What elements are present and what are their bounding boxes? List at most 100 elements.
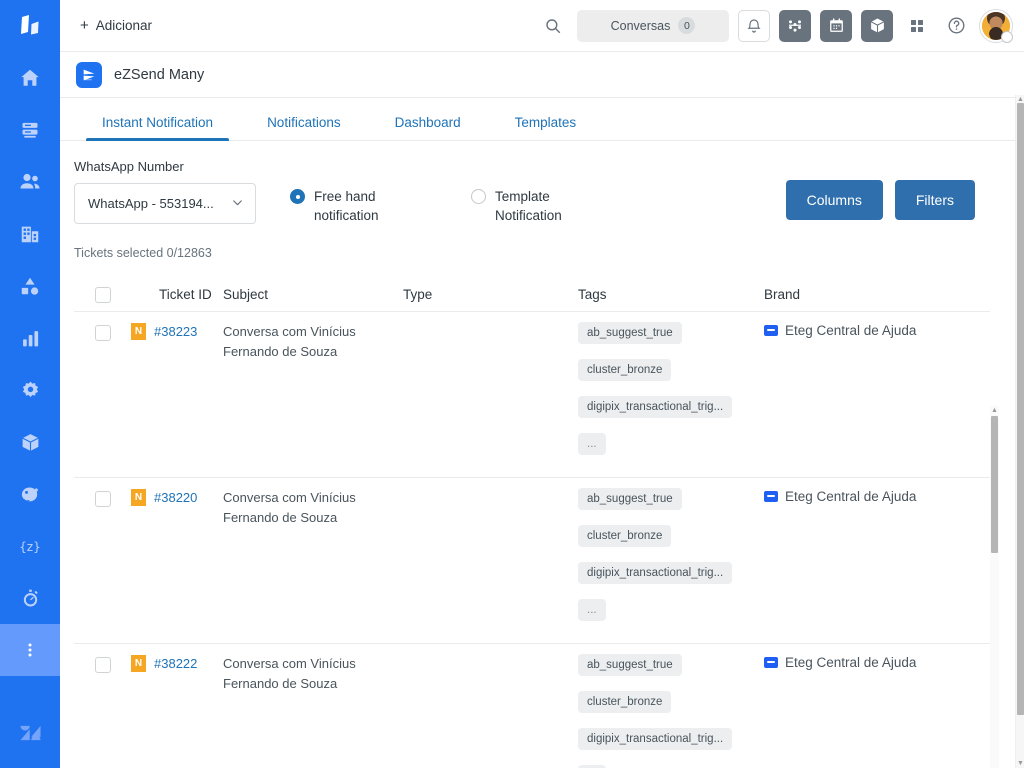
tag-chip-more[interactable]: ...	[578, 599, 606, 621]
table-row[interactable]: N #38222 Conversa com Vinícius Fernando …	[74, 644, 990, 768]
page-scrollbar[interactable]: ▲ ▼	[1015, 95, 1024, 768]
tags-cell: ab_suggest_true cluster_bronze digipix_t…	[578, 319, 764, 470]
radio-template-notification[interactable]: Template Notification	[471, 187, 593, 225]
new-badge-icon: N	[131, 489, 146, 506]
select-all-checkbox[interactable]	[94, 286, 111, 303]
tag-chip-more[interactable]: ...	[578, 433, 606, 455]
sidebar-item-products[interactable]	[0, 416, 60, 468]
sidebar-item-timer[interactable]	[0, 572, 60, 624]
subject-cell: Conversa com Vinícius Fernando de Souza	[223, 651, 403, 694]
tags-cell: ab_suggest_true cluster_bronze digipix_t…	[578, 651, 764, 768]
topbar-actions: Conversas 0	[538, 9, 1013, 43]
sidebar-item-organizations[interactable]	[0, 208, 60, 260]
tab-bar: Instant Notification Notifications Dashb…	[60, 98, 1024, 141]
sidebar-item-settings[interactable]	[0, 364, 60, 416]
radio-template-input[interactable]	[471, 189, 486, 204]
brand-cell: Eteg Central de Ajuda	[764, 319, 990, 338]
tab-instant-notification[interactable]: Instant Notification	[86, 115, 230, 141]
subject-text: Conversa com Vinícius Fernando de Souza	[223, 324, 356, 359]
svg-text:{z}: {z}	[19, 540, 41, 554]
column-header-subject[interactable]: Subject	[223, 287, 403, 302]
table-scrollbar[interactable]: ▲	[990, 406, 999, 768]
filters-button[interactable]: Filters	[894, 180, 975, 220]
conversas-label: Conversas	[610, 18, 671, 33]
tab-notifications[interactable]: Notifications	[251, 115, 357, 141]
ticket-id-cell: N #38220	[131, 485, 223, 506]
scroll-up-arrow-icon[interactable]: ▲	[990, 406, 999, 415]
bell-icon[interactable]	[738, 9, 770, 42]
talk-icon[interactable]	[779, 9, 811, 42]
brand-text: Eteg Central de Ajuda	[785, 323, 917, 338]
column-header-type[interactable]: Type	[403, 287, 578, 302]
tag-chip: ab_suggest_true	[578, 322, 682, 344]
tab-templates[interactable]: Templates	[499, 115, 593, 141]
subject-cell: Conversa com Vinícius Fernando de Souza	[223, 485, 403, 528]
calendar-icon[interactable]	[820, 9, 852, 42]
row-checkbox[interactable]	[94, 491, 111, 507]
top-bar: + Adicionar Conversas 0	[60, 0, 1024, 52]
page-title: eZSend Many	[114, 66, 205, 83]
search-icon[interactable]	[538, 11, 568, 41]
left-nav-rail: {z}	[0, 0, 60, 768]
row-select-cell	[74, 485, 131, 507]
page-scrollbar-thumb[interactable]	[1017, 103, 1024, 715]
select-all-cell	[74, 286, 131, 303]
brand-cell: Eteg Central de Ajuda	[764, 485, 990, 504]
radio-free-hand-notification[interactable]: Free hand notification	[290, 187, 412, 225]
add-button-label: Adicionar	[95, 18, 153, 33]
table-row[interactable]: N #38223 Conversa com Vinícius Fernando …	[74, 312, 990, 478]
column-header-ticket-id[interactable]: Ticket ID	[131, 287, 223, 302]
radio-free-hand-input[interactable]	[290, 189, 305, 204]
whatsapp-number-value: WhatsApp - 553194...	[88, 196, 214, 211]
zendesk-logo-icon	[0, 700, 60, 768]
brand-text: Eteg Central de Ajuda	[785, 655, 917, 670]
content-area: WhatsApp Number WhatsApp - 553194... Fre…	[60, 141, 1024, 768]
brand-cell: Eteg Central de Ajuda	[764, 651, 990, 670]
new-badge-icon: N	[131, 655, 146, 672]
row-checkbox[interactable]	[94, 325, 111, 341]
grid-apps-icon[interactable]	[902, 11, 932, 41]
subject-cell: Conversa com Vinícius Fernando de Souza	[223, 319, 403, 362]
radio-template-label: Template Notification	[495, 189, 562, 223]
sidebar-item-explore[interactable]	[0, 260, 60, 312]
cube-icon[interactable]	[861, 9, 893, 42]
sidebar-item-reporting[interactable]	[0, 312, 60, 364]
row-select-cell	[74, 319, 131, 341]
sidebar-item-home[interactable]	[0, 52, 60, 104]
whatsapp-number-select[interactable]: WhatsApp - 553194...	[74, 183, 256, 224]
conversas-pill[interactable]: Conversas 0	[577, 9, 729, 42]
tag-chip: ab_suggest_true	[578, 488, 682, 510]
table-row[interactable]: N #38220 Conversa com Vinícius Fernando …	[74, 478, 990, 644]
brand-icon	[764, 657, 778, 668]
sidebar-item-customers[interactable]	[0, 156, 60, 208]
sidebar-item-zapier[interactable]: {z}	[0, 520, 60, 572]
tag-chip: digipix_transactional_trig...	[578, 396, 733, 418]
avatar[interactable]	[980, 9, 1013, 43]
whatsapp-number-label: WhatsApp Number	[74, 159, 184, 174]
tag-chip: cluster_bronze	[578, 691, 672, 713]
new-badge-icon: N	[131, 323, 146, 340]
ticket-id-link[interactable]: #38222	[154, 656, 197, 671]
rail-items: {z}	[0, 52, 60, 676]
table-scrollbar-thumb[interactable]	[991, 416, 998, 553]
add-button[interactable]: + Adicionar	[74, 14, 158, 37]
tag-chip: cluster_bronze	[578, 359, 672, 381]
column-header-tags[interactable]: Tags	[578, 287, 764, 302]
sidebar-item-mailchimp[interactable]	[0, 468, 60, 520]
ticket-id-link[interactable]: #38220	[154, 490, 197, 505]
app-logo-icon[interactable]	[0, 0, 60, 52]
row-checkbox[interactable]	[94, 657, 111, 673]
tab-dashboard[interactable]: Dashboard	[379, 115, 477, 141]
help-circle-icon[interactable]	[941, 11, 971, 41]
avatar-status-indicator	[1001, 30, 1013, 43]
sidebar-item-views[interactable]	[0, 104, 60, 156]
column-header-brand[interactable]: Brand	[764, 287, 990, 302]
subject-text: Conversa com Vinícius Fernando de Souza	[223, 490, 356, 525]
ezsend-app-icon	[76, 61, 102, 88]
ticket-id-link[interactable]: #38223	[154, 324, 197, 339]
scroll-down-arrow-icon[interactable]: ▼	[1016, 759, 1024, 768]
sidebar-item-more[interactable]	[0, 624, 60, 676]
columns-button[interactable]: Columns	[785, 180, 883, 220]
brand-icon	[764, 491, 778, 502]
radio-free-hand-label: Free hand notification	[314, 189, 379, 223]
